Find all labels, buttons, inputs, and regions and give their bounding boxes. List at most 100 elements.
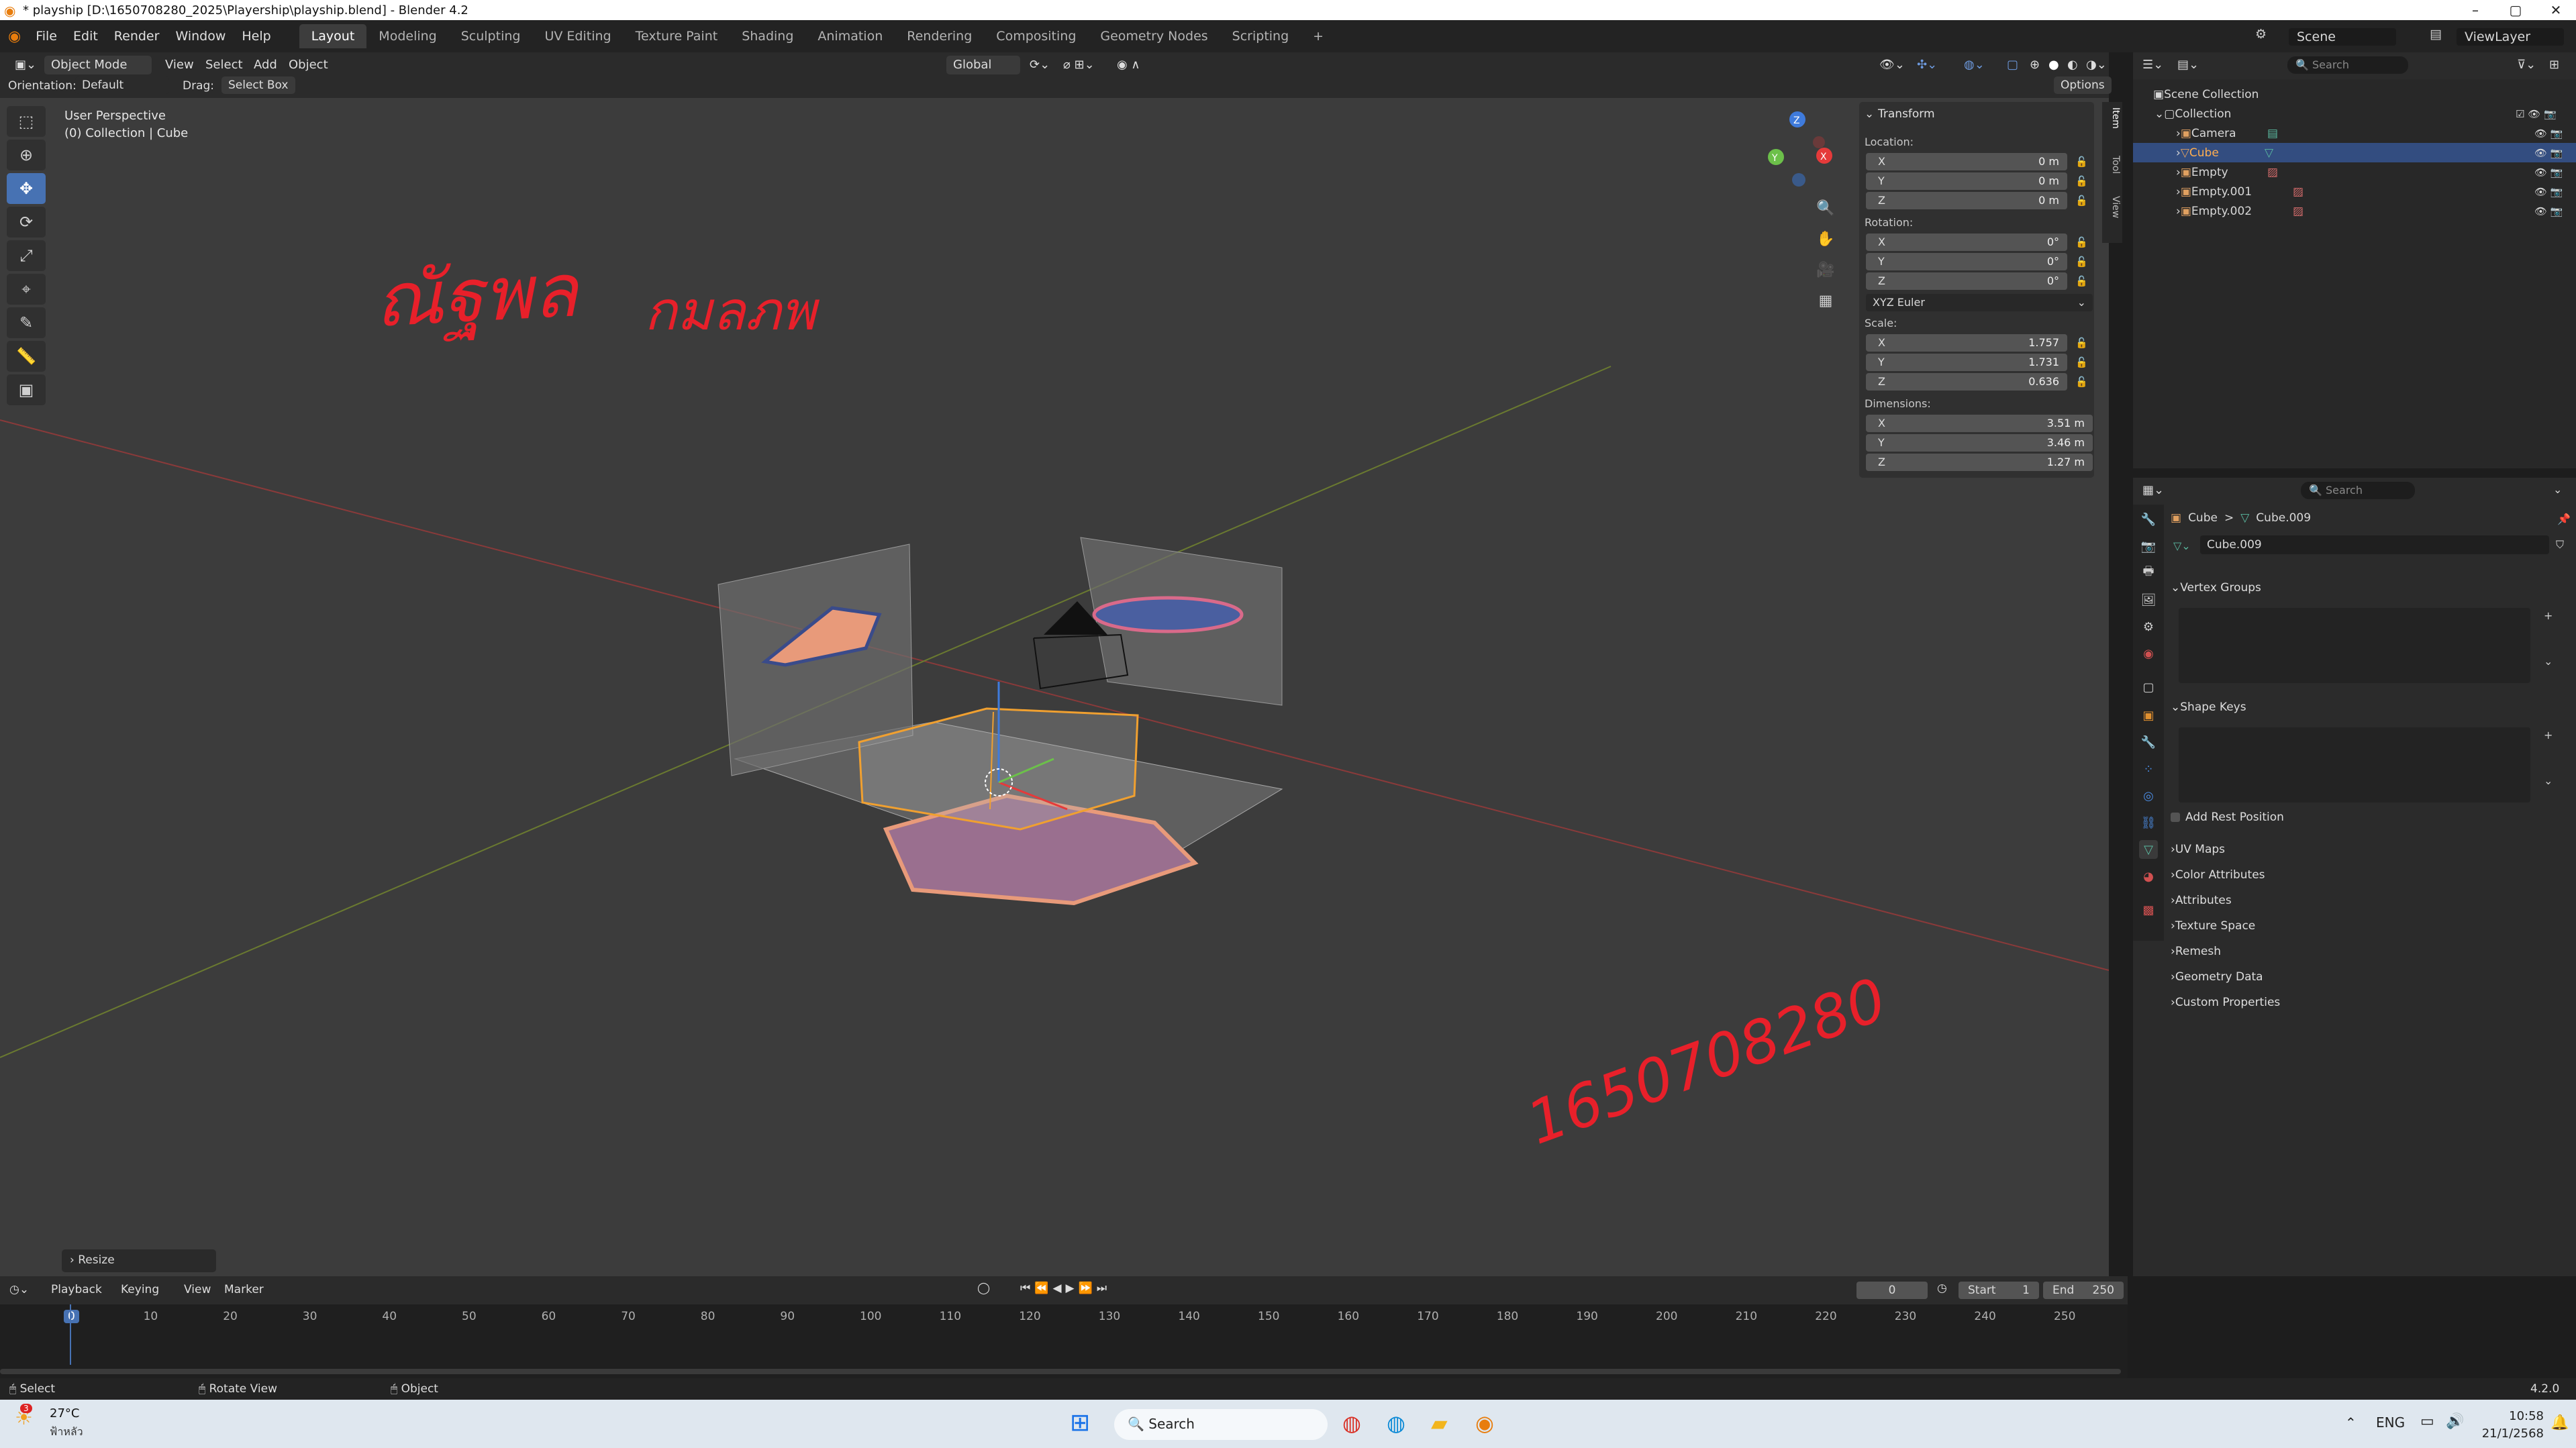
- menu-file[interactable]: File: [28, 29, 65, 44]
- location-y-field[interactable]: Y0 m: [1866, 172, 2067, 190]
- outliner-item-empty-001[interactable]: › ▣ Empty.001 ▨ 👁 📷: [2133, 182, 2576, 201]
- pivot-point-icon[interactable]: ⟳⌄: [1030, 58, 1050, 72]
- add-cube-tool-icon[interactable]: ▣: [7, 374, 46, 405]
- expand-arrow-icon[interactable]: ›: [2176, 146, 2181, 160]
- add-vertex-group-button[interactable]: +: [2544, 609, 2553, 622]
- playhead[interactable]: [70, 1304, 71, 1365]
- measure-tool-icon[interactable]: 📏: [7, 341, 46, 372]
- taskbar-search[interactable]: 🔍 Search: [1114, 1409, 1328, 1440]
- scale-tool-icon[interactable]: ⤢: [7, 240, 46, 271]
- checkbox-icon[interactable]: [2171, 813, 2180, 822]
- output-tab-icon[interactable]: 🖶: [2139, 564, 2158, 582]
- viewlayer-selector[interactable]: ViewLayer: [2457, 28, 2564, 46]
- view-layer-tab-icon[interactable]: 🖼: [2139, 590, 2158, 609]
- display-mode-icon[interactable]: ▤⌄: [2177, 58, 2199, 72]
- tab-modeling[interactable]: Modeling: [366, 24, 448, 48]
- network-icon[interactable]: ▭: [2420, 1413, 2434, 1430]
- shading-rendered-icon[interactable]: ◑⌄: [2086, 58, 2107, 72]
- lock-icon[interactable]: 🔓: [2075, 337, 2088, 349]
- lock-icon[interactable]: 🔓: [2075, 356, 2088, 368]
- visibility-icon[interactable]: 👁 📷: [2534, 205, 2563, 217]
- viewport-scene[interactable]: Z X Y ณัฐพล กมลภพ 1650708280: [0, 98, 2109, 1276]
- clock-time[interactable]: 10:58: [2477, 1409, 2544, 1423]
- dimensions-x-field[interactable]: X 3.51 m: [1866, 415, 2093, 432]
- uv-maps-section[interactable]: › UV Maps: [2171, 839, 2567, 860]
- render-tab-icon[interactable]: 📷: [2139, 537, 2158, 556]
- visibility-icon[interactable]: 👁 📷: [2534, 166, 2563, 178]
- minimize-button[interactable]: –: [2455, 0, 2495, 20]
- texture-tab-icon[interactable]: ▩: [2139, 900, 2158, 919]
- visibility-icon[interactable]: 👁 📷: [2534, 147, 2563, 159]
- transform-tool-icon[interactable]: ⌖: [7, 274, 46, 305]
- drag-dropdown[interactable]: Select Box: [221, 76, 295, 94]
- tab-item[interactable]: Item: [2103, 107, 2121, 129]
- tool-tab-icon[interactable]: 🔧: [2139, 510, 2158, 529]
- particles-tab-icon[interactable]: ⁘: [2139, 760, 2158, 778]
- start-frame-field[interactable]: Start 1: [1959, 1282, 2039, 1299]
- rotation-z-field[interactable]: Z 0°: [1866, 272, 2067, 290]
- outliner-item-camera[interactable]: › ▣ Camera ▤ 👁 📷: [2133, 123, 2576, 143]
- panel-collapse-icon[interactable]: ⌄: [1865, 107, 1874, 121]
- camera-view-icon[interactable]: 🎥: [1812, 255, 1839, 286]
- outliner-item-collection[interactable]: ⌄ ▢ Collection ☑ 👁 📷: [2133, 104, 2576, 123]
- expand-arrow-icon[interactable]: ›: [2176, 205, 2181, 218]
- menu-help[interactable]: Help: [234, 29, 279, 44]
- menu-edit[interactable]: Edit: [65, 29, 106, 44]
- shape-key-specials-icon[interactable]: ⌄: [2544, 774, 2553, 787]
- properties-search-input[interactable]: 🔍 Search: [2301, 482, 2415, 499]
- rotation-y-field[interactable]: Y 0°: [1866, 253, 2067, 270]
- location-x-field[interactable]: X0 m: [1866, 153, 2067, 170]
- scene-selector[interactable]: Scene: [2289, 28, 2396, 46]
- lock-icon[interactable]: 🔓: [2075, 175, 2088, 187]
- add-shape-key-button[interactable]: +: [2544, 729, 2553, 741]
- lock-icon[interactable]: 🔓: [2075, 195, 2088, 207]
- camera-data-icon[interactable]: ▤: [2267, 127, 2278, 140]
- expand-arrow-icon[interactable]: ⌄: [2154, 107, 2164, 121]
- tab-compositing[interactable]: Compositing: [984, 24, 1088, 48]
- select-menu[interactable]: Select: [205, 58, 243, 72]
- scene-tab-icon[interactable]: ⚙: [2139, 617, 2158, 636]
- constraints-tab-icon[interactable]: ⛓: [2139, 813, 2158, 832]
- image-icon[interactable]: ▨: [2267, 166, 2278, 179]
- tab-shading[interactable]: Shading: [730, 24, 805, 48]
- 3d-viewport[interactable]: Z X Y ณัฐพล กมลภพ 1650708280 ⬚ ⊕ ✥ ⟳ ⤢ ⌖…: [0, 98, 2109, 1276]
- properties-editor-icon[interactable]: ▦⌄: [2142, 483, 2164, 497]
- current-frame-field[interactable]: 0: [1856, 1282, 1928, 1299]
- tab-tool[interactable]: Tool: [2103, 156, 2121, 174]
- blender-taskbar-icon[interactable]: ◉: [1475, 1410, 1494, 1436]
- expand-arrow-icon[interactable]: ›: [2176, 166, 2181, 179]
- chrome-icon[interactable]: ◍: [1342, 1410, 1361, 1436]
- transform-orientation-dropdown[interactable]: Global: [946, 56, 1020, 74]
- marker-menu[interactable]: Marker: [224, 1283, 264, 1296]
- shape-keys-list[interactable]: [2179, 727, 2530, 803]
- proportional-edit-icon[interactable]: ◉ ∧: [1117, 58, 1140, 72]
- vertex-group-specials-icon[interactable]: ⌄: [2544, 655, 2553, 668]
- object-mode-dropdown[interactable]: Object Mode: [44, 56, 152, 74]
- file-explorer-icon[interactable]: ▰: [1431, 1410, 1448, 1436]
- orientation-dropdown[interactable]: Default: [75, 76, 169, 94]
- rotation-x-field[interactable]: X 0°: [1866, 234, 2067, 251]
- outliner-search-input[interactable]: 🔍 Search: [2287, 56, 2408, 74]
- visibility-icon[interactable]: 👁 📷: [2534, 186, 2563, 198]
- language-indicator[interactable]: ENG: [2376, 1414, 2405, 1431]
- texture-space-section[interactable]: › Texture Space: [2171, 915, 2567, 937]
- scale-x-field[interactable]: X 1.757: [1866, 334, 2067, 352]
- add-menu[interactable]: Add: [254, 58, 277, 72]
- annotate-tool-icon[interactable]: ✎: [7, 307, 46, 338]
- tab-rendering[interactable]: Rendering: [895, 24, 984, 48]
- shading-material-icon[interactable]: ◐: [2067, 58, 2078, 72]
- expand-arrow-icon[interactable]: ›: [2176, 127, 2181, 140]
- tab-scripting[interactable]: Scripting: [1220, 24, 1301, 48]
- tray-chevron-icon[interactable]: ⌃: [2345, 1414, 2357, 1431]
- shading-wireframe-icon[interactable]: ⊕: [2030, 58, 2040, 72]
- preview-range-icon[interactable]: ◷: [1937, 1282, 1947, 1295]
- color-attributes-section[interactable]: › Color Attributes: [2171, 864, 2567, 886]
- mesh-name-field[interactable]: Cube.009: [2200, 535, 2549, 554]
- scale-z-field[interactable]: Z 0.636: [1866, 373, 2067, 391]
- menu-render[interactable]: Render: [106, 29, 168, 44]
- physics-tab-icon[interactable]: ◎: [2139, 786, 2158, 805]
- new-collection-icon[interactable]: ⊞: [2549, 58, 2559, 72]
- overlay-toggle-icon[interactable]: ◍⌄: [1964, 58, 1985, 72]
- pin-icon[interactable]: 📌: [2557, 513, 2571, 525]
- mesh-data-tab-icon[interactable]: ▽: [2139, 840, 2158, 859]
